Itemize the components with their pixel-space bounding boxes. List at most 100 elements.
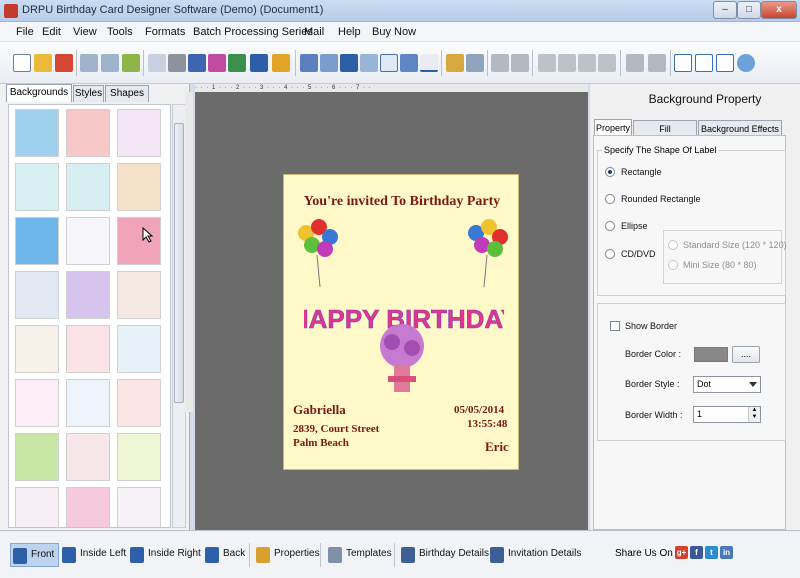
bring-front-icon[interactable] bbox=[626, 54, 644, 72]
templates-button[interactable]: Templates bbox=[326, 543, 392, 567]
bg-thumb[interactable] bbox=[66, 487, 110, 527]
guest-name[interactable]: Gabriella bbox=[293, 402, 346, 418]
image-icon[interactable] bbox=[228, 54, 246, 72]
bg-thumb[interactable] bbox=[117, 109, 161, 157]
print-icon[interactable] bbox=[168, 54, 186, 72]
database-icon[interactable] bbox=[446, 54, 464, 72]
rectangle-radio[interactable] bbox=[605, 167, 615, 177]
cd-dvd-radio[interactable] bbox=[605, 249, 615, 259]
bg-thumb[interactable] bbox=[15, 163, 59, 211]
bg-thumb[interactable] bbox=[66, 433, 110, 481]
grid-icon[interactable] bbox=[674, 54, 692, 72]
border-color-swatch[interactable] bbox=[694, 347, 728, 362]
bg-thumb[interactable] bbox=[117, 379, 161, 427]
mini-size-radio[interactable] bbox=[668, 260, 678, 270]
card-date[interactable]: 05/05/2014 bbox=[454, 404, 504, 416]
menu-view[interactable]: View bbox=[73, 26, 97, 38]
bg-thumb[interactable] bbox=[15, 109, 59, 157]
google-plus-icon[interactable]: g+ bbox=[675, 546, 688, 559]
menu-edit[interactable]: Edit bbox=[42, 26, 61, 38]
address-line-1[interactable]: 2839, Court Street bbox=[293, 423, 379, 435]
bg-thumb[interactable] bbox=[15, 379, 59, 427]
redo-icon[interactable] bbox=[511, 54, 529, 72]
bg-thumb[interactable] bbox=[66, 217, 110, 265]
linkedin-icon[interactable]: in bbox=[720, 546, 733, 559]
menu-file[interactable]: File bbox=[16, 26, 34, 38]
card-title[interactable]: You're invited To Birthday Party bbox=[284, 194, 520, 210]
tab-backgrounds[interactable]: Backgrounds bbox=[6, 84, 72, 102]
database-settings-icon[interactable] bbox=[466, 54, 484, 72]
bg-thumb[interactable] bbox=[66, 325, 110, 373]
bg-thumb[interactable] bbox=[66, 109, 110, 157]
menu-tools[interactable]: Tools bbox=[107, 26, 133, 38]
card-time[interactable]: 13:55:48 bbox=[467, 418, 507, 430]
export-icon[interactable] bbox=[122, 54, 140, 72]
border-color-button[interactable]: .... bbox=[732, 346, 760, 363]
bg-thumb[interactable] bbox=[117, 271, 161, 319]
border-width-stepper[interactable]: 1 ▲ ▼ bbox=[693, 406, 761, 423]
watermark-icon[interactable] bbox=[320, 54, 338, 72]
inside-right-button[interactable]: Inside Right bbox=[128, 543, 201, 567]
bg-thumb[interactable] bbox=[117, 433, 161, 481]
bg-thumb[interactable] bbox=[117, 325, 161, 373]
front-button[interactable]: Front bbox=[10, 543, 60, 567]
text-icon[interactable] bbox=[340, 54, 358, 72]
bg-thumb[interactable] bbox=[15, 217, 59, 265]
cut-icon[interactable] bbox=[538, 54, 556, 72]
card-signature[interactable]: Eric bbox=[485, 439, 509, 455]
bg-thumb[interactable] bbox=[66, 271, 110, 319]
stepper-arrows-icon[interactable]: ▲ ▼ bbox=[748, 407, 760, 422]
zoom-icon[interactable] bbox=[737, 54, 755, 72]
tab-shapes[interactable]: Shapes bbox=[105, 85, 149, 102]
standard-size-radio[interactable] bbox=[668, 240, 678, 250]
layers-icon[interactable] bbox=[208, 54, 226, 72]
bg-thumb[interactable] bbox=[15, 271, 59, 319]
undo-icon[interactable] bbox=[491, 54, 509, 72]
pencil-icon[interactable] bbox=[250, 54, 268, 72]
maximize-button[interactable]: □ bbox=[737, 1, 761, 19]
bg-thumb[interactable] bbox=[117, 487, 161, 527]
bg-thumb[interactable] bbox=[15, 325, 59, 373]
signature-icon[interactable] bbox=[380, 54, 398, 72]
bg-thumb[interactable] bbox=[66, 163, 110, 211]
inside-left-button[interactable]: Inside Left bbox=[60, 543, 126, 567]
twitter-icon[interactable]: t bbox=[705, 546, 718, 559]
open-icon[interactable] bbox=[34, 54, 52, 72]
address-line-2[interactable]: Palm Beach bbox=[293, 437, 349, 449]
shapes-icon[interactable] bbox=[272, 54, 290, 72]
back-button[interactable]: Back bbox=[203, 543, 245, 567]
copy-icon[interactable] bbox=[558, 54, 576, 72]
facebook-icon[interactable]: f bbox=[690, 546, 703, 559]
bg-thumb[interactable] bbox=[15, 433, 59, 481]
save-icon[interactable] bbox=[80, 54, 98, 72]
close-button[interactable]: x bbox=[761, 1, 797, 19]
barcode-icon[interactable] bbox=[300, 54, 318, 72]
save-as-icon[interactable] bbox=[101, 54, 119, 72]
line-icon[interactable] bbox=[420, 54, 438, 72]
ellipse-radio[interactable] bbox=[605, 221, 615, 231]
new-icon[interactable] bbox=[13, 54, 31, 72]
border-style-select[interactable]: Dot bbox=[693, 376, 761, 393]
email-icon[interactable] bbox=[400, 54, 418, 72]
menu-buy-now[interactable]: Buy Now bbox=[372, 26, 416, 38]
menu-mail[interactable]: Mail bbox=[304, 26, 324, 38]
page-setup-icon[interactable] bbox=[148, 54, 166, 72]
delete-icon[interactable] bbox=[598, 54, 616, 72]
bg-thumb[interactable] bbox=[66, 379, 110, 427]
gallery-scrollbar[interactable] bbox=[172, 104, 186, 528]
picture-text-icon[interactable] bbox=[360, 54, 378, 72]
copy-design-icon[interactable] bbox=[188, 54, 206, 72]
menu-help[interactable]: Help bbox=[338, 26, 361, 38]
birthday-card[interactable]: You're invited To Birthday Party HAPPY B… bbox=[283, 174, 519, 470]
minimize-button[interactable]: – bbox=[713, 1, 737, 19]
show-border-checkbox[interactable] bbox=[610, 321, 620, 331]
bg-thumb[interactable] bbox=[117, 217, 161, 265]
rounded-rectangle-radio[interactable] bbox=[605, 194, 615, 204]
actual-size-icon[interactable] bbox=[695, 54, 713, 72]
birthday-details-button[interactable]: Birthday Details bbox=[399, 543, 489, 567]
flower-bouquet-icon[interactable] bbox=[366, 320, 438, 398]
properties-button[interactable]: Properties bbox=[254, 543, 320, 567]
menu-batch-processing[interactable]: Batch Processing Series bbox=[193, 26, 313, 38]
bg-thumb[interactable] bbox=[117, 163, 161, 211]
bg-thumb[interactable] bbox=[15, 487, 59, 527]
